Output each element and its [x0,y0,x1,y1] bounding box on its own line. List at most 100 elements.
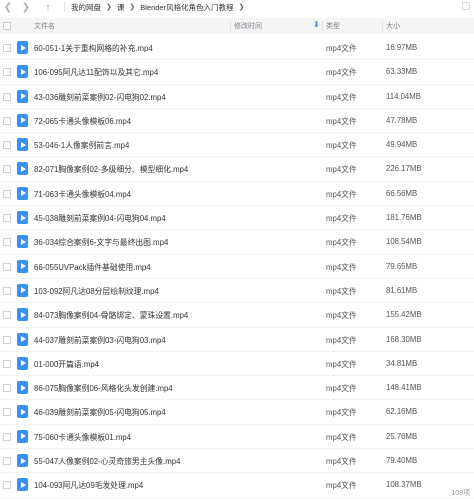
column-type[interactable]: 类型 [326,18,340,34]
play-icon [20,44,26,51]
file-row[interactable]: 72-065卡通头像模板06.mp4 mp4文件 47.78MB [0,109,474,134]
file-row[interactable]: 104-093阿凡达09毛发处理.mp4 mp4文件 108.37MB [0,473,474,498]
video-file-icon [17,283,28,297]
video-file-icon [17,211,28,225]
row-checkbox[interactable] [3,44,11,52]
file-name[interactable]: 86-075胸像案例06-风格化头发创建.mp4 [34,383,173,394]
file-row[interactable]: 01-000开篇语.mp4 mp4文件 34.81MB [0,352,474,377]
row-checkbox[interactable] [3,481,11,490]
video-file-icon [17,478,28,492]
file-name[interactable]: 106-095阿凡达11配饰以及其它.mp4 [34,67,158,78]
file-name[interactable]: 66-055UVPack插件基础使用.mp4 [34,262,151,273]
row-checkbox[interactable] [3,189,11,198]
select-all-checkbox[interactable] [3,22,11,30]
file-type: mp4文件 [326,286,357,296]
video-file-icon [17,162,28,176]
file-row[interactable]: 66-055UVPack插件基础使用.mp4 mp4文件 79.65MB [0,255,474,279]
video-file-icon [17,138,28,152]
file-list: 60-051-1关于重构网格的补充.mp4 mp4文件 16.97MB 106-095… [0,36,474,498]
file-row[interactable]: 53-046-1人像案例前言.mp4 mp4文件 49.94MB [0,133,474,158]
file-name[interactable]: 82-071胸像案例02-多级细分、模型细化.mp4 [34,164,188,175]
file-row[interactable]: 82-071胸像案例02-多级细分、模型细化.mp4 mp4文件 226.17MB [0,157,474,182]
sort-descending-icon[interactable]: ⬇ [313,20,320,29]
file-row[interactable]: 45-038雕刻前菜案例04-闪电狗04.mp4 mp4文件 181.76MB [0,206,474,231]
file-name[interactable]: 60-051-1关于重构网格的补充.mp4 [34,43,153,54]
file-row[interactable]: 103-092阿凡达08分层绘制纹理.mp4 mp4文件 81.61MB [0,279,474,304]
row-checkbox[interactable] [3,408,11,417]
breadcrumb-item-folder[interactable]: 课 [117,2,125,13]
breadcrumb: 我的网盘 ❯ 课 ❯ Blender风格化角色入门教程 ❯ [71,2,249,13]
file-row[interactable]: 36-034综合案例6-文字与最终出图.mp4 mp4文件 108.54MB [0,230,474,255]
file-name[interactable]: 43-036雕刻前菜案例02-闪电狗02.mp4 [34,92,166,103]
file-name[interactable]: 71-063卡通头像模板04.mp4 [34,189,131,200]
view-toggle-icon[interactable] [462,2,470,10]
file-name[interactable]: 75-060卡通头像模板01.mp4 [34,432,131,443]
file-row[interactable]: 71-063卡通头像模板04.mp4 mp4文件 66.56MB [0,182,474,207]
file-name[interactable]: 72-065卡通头像模板06.mp4 [34,116,131,127]
video-file-icon [17,405,28,419]
video-file-icon [17,454,28,468]
file-row[interactable]: 86-075胸像案例06-风格化头发创建.mp4 mp4文件 148.41MB [0,376,474,401]
file-name[interactable]: 53-046-1人像案例前言.mp4 [34,140,129,151]
up-arrow-icon[interactable]: ↑ [40,0,56,14]
play-icon [20,457,26,464]
row-checkbox[interactable] [3,262,11,271]
file-row[interactable]: 55-047人像案例02-心灵奇旅男主头像.mp4 mp4文件 79.40MB [0,449,474,474]
play-icon [20,93,26,100]
column-modified[interactable]: 修改时间 [234,18,322,34]
play-icon [20,165,26,172]
file-size: 66.56MB [386,188,418,198]
row-checkbox[interactable] [3,457,11,466]
row-checkbox[interactable] [3,68,11,77]
row-checkbox[interactable] [3,286,11,295]
forward-arrow-icon[interactable]: ❯ [18,0,34,14]
file-name[interactable]: 46-039雕刻前菜案例05-闪电狗05.mp4 [34,407,166,418]
play-icon [20,384,26,391]
back-arrow-icon[interactable]: ❮ [0,0,16,14]
column-size[interactable]: 大小 [386,18,400,34]
file-size: 108.54MB [386,237,422,247]
row-checkbox[interactable] [3,214,11,223]
video-file-icon [17,186,28,200]
file-name[interactable]: 44-037雕刻前菜案例03-闪电狗03.mp4 [34,335,166,346]
file-name[interactable]: 55-047人像案例02-心灵奇旅男主头像.mp4 [34,456,180,467]
file-row[interactable]: 60-051-1关于重构网格的补充.mp4 mp4文件 16.97MB [0,36,474,61]
row-checkbox[interactable] [3,238,11,247]
play-icon [20,68,26,75]
file-row[interactable]: 43-036雕刻前菜案例02-闪电狗02.mp4 mp4文件 114.04MB [0,85,474,109]
row-checkbox[interactable] [3,311,11,320]
play-icon [20,360,26,367]
file-size: 63.33MB [386,67,418,77]
row-checkbox[interactable] [3,165,11,174]
file-size: 25.76MB [386,431,418,441]
chevron-right-icon: ❯ [238,4,245,11]
row-checkbox[interactable] [3,141,11,150]
video-file-icon [17,381,28,395]
file-row[interactable]: 46-039雕刻前菜案例05-闪电狗05.mp4 mp4文件 62.16MB [0,400,474,425]
file-row[interactable]: 44-037雕刻前菜案例03-闪电狗03.mp4 mp4文件 168.30MB [0,328,474,352]
row-checkbox[interactable] [3,92,11,101]
file-type: mp4文件 [326,141,357,151]
column-name[interactable]: 文件名 [34,18,55,34]
row-checkbox[interactable] [3,384,11,393]
file-row[interactable]: 84-073胸像案例04-骨骼绑定、蒙珠设置.mp4 mp4文件 155.42MB [0,303,474,328]
row-checkbox[interactable] [3,335,11,344]
file-name[interactable]: 36-034综合案例6-文字与最终出图.mp4 [34,237,168,248]
row-checkbox[interactable] [3,432,11,441]
breadcrumb-item-root[interactable]: 我的网盘 [71,2,101,13]
file-row[interactable]: 106-095阿凡达11配饰以及其它.mp4 mp4文件 63.33MB [0,60,474,85]
file-type: mp4文件 [326,408,357,418]
file-name[interactable]: 103-092阿凡达08分层绘制纹理.mp4 [34,286,159,297]
file-row[interactable]: 75-060卡通头像模板01.mp4 mp4文件 25.76MB [0,425,474,450]
file-name[interactable]: 01-000开篇语.mp4 [34,359,99,370]
file-name[interactable]: 45-038雕刻前菜案例04-闪电狗04.mp4 [34,213,166,224]
breadcrumb-item-current[interactable]: Blender风格化角色入门教程 [140,2,233,13]
row-checkbox[interactable] [3,359,11,368]
file-name[interactable]: 104-093阿凡达09毛发处理.mp4 [34,480,143,491]
video-file-icon [17,41,28,54]
play-icon [20,141,26,148]
play-icon [20,481,26,488]
row-checkbox[interactable] [3,116,11,125]
file-name[interactable]: 84-073胸像案例04-骨骼绑定、蒙珠设置.mp4 [34,310,188,321]
video-file-icon [17,259,28,273]
